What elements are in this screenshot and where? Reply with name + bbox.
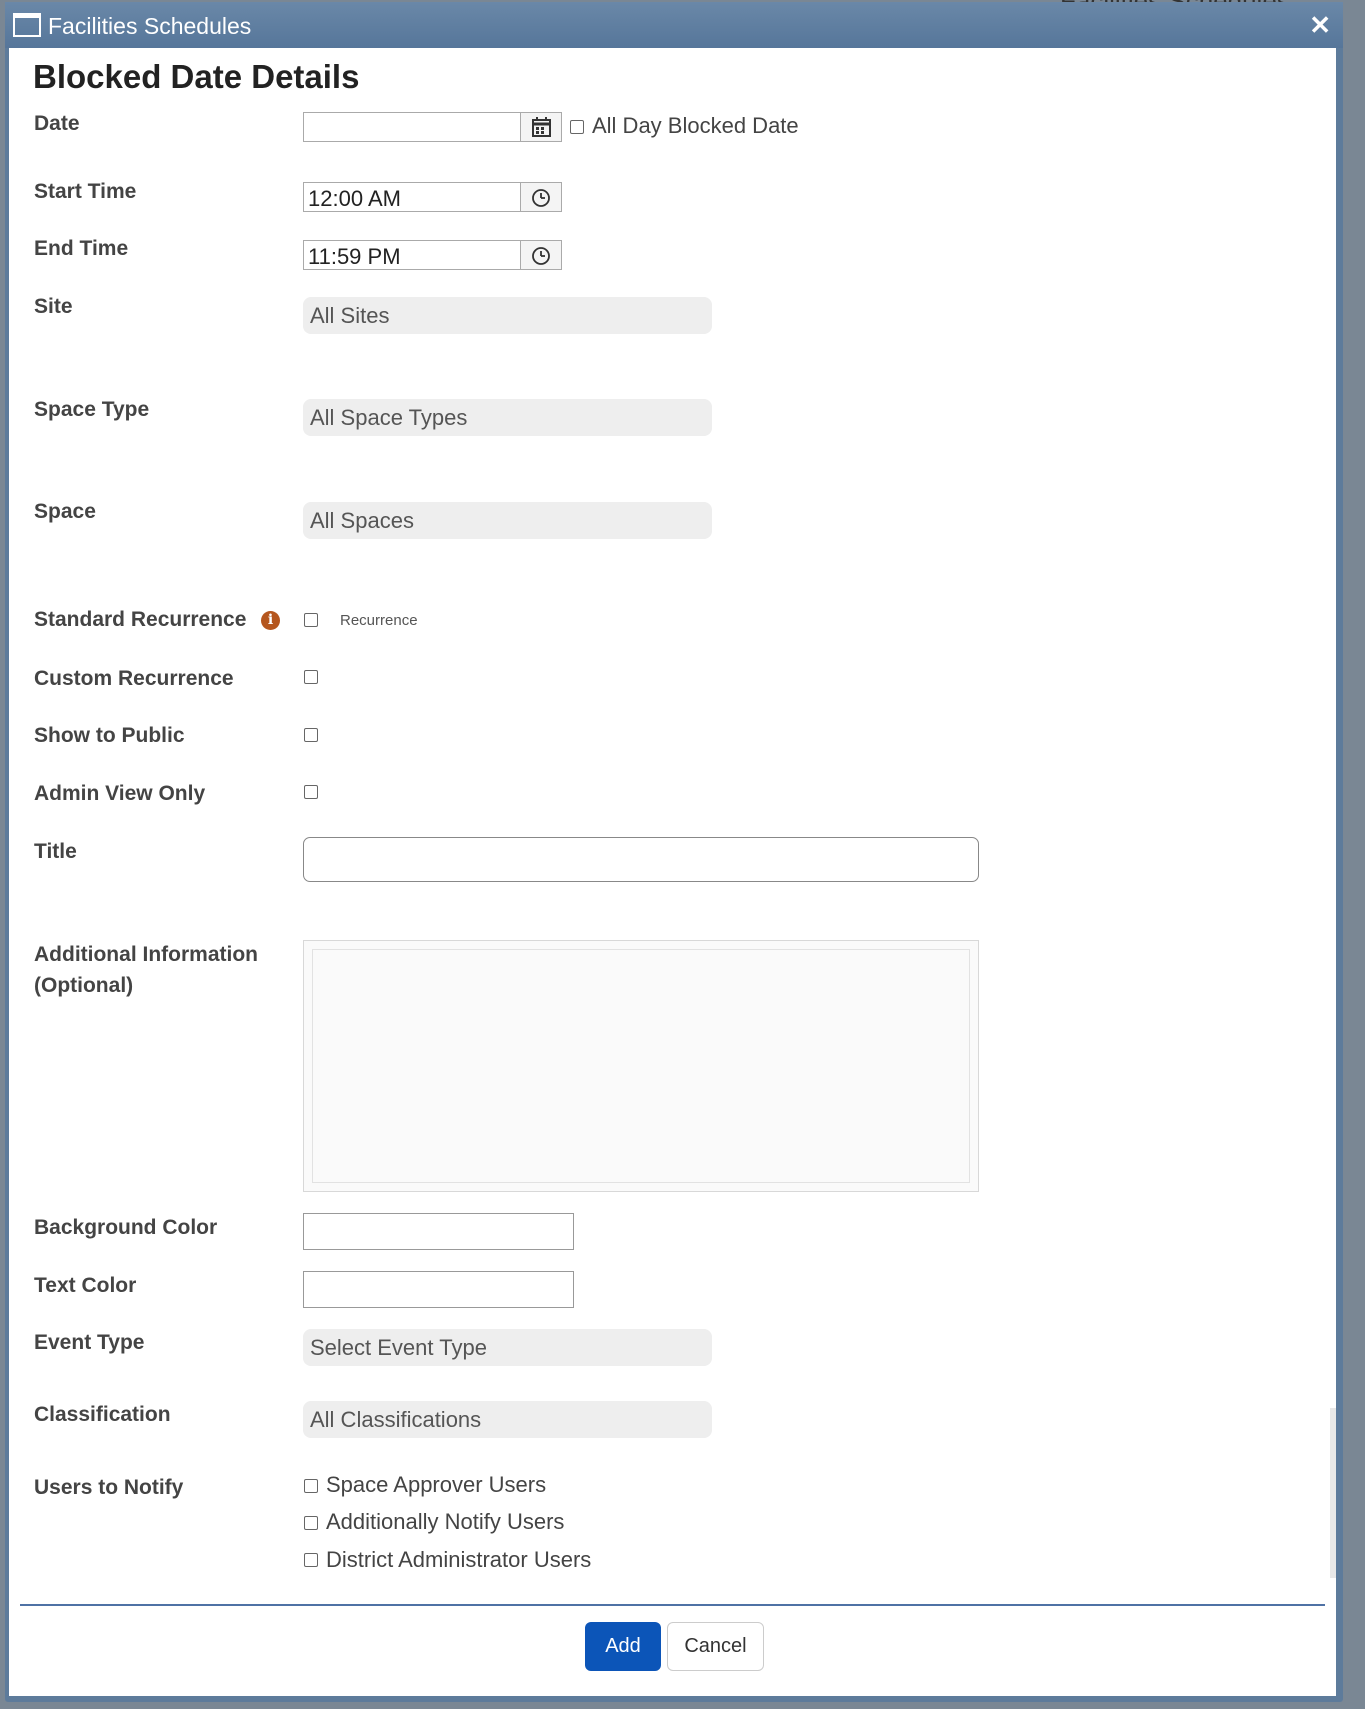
clock-icon [532,247,550,265]
users-to-notify-label: Users to Notify [34,1476,184,1499]
calendar-icon [532,117,551,137]
start-time-label: Start Time [34,180,137,203]
space-select[interactable]: All Spaces [303,502,712,539]
form-heading: Blocked Date Details [33,58,360,95]
close-icon[interactable]: ✕ [1309,10,1331,41]
date-picker-button[interactable] [520,112,562,142]
background-color-input[interactable] [303,1213,574,1250]
site-label: Site [34,295,73,318]
background-color-label: Background Color [34,1216,218,1239]
district-administrator-users-label: District Administrator Users [326,1547,592,1572]
event-type-select[interactable]: Select Event Type [303,1329,712,1366]
standard-recurrence-label: Standard Recurrence [34,608,247,631]
additional-info-textarea-inner[interactable] [312,949,970,1183]
site-select[interactable]: All Sites [303,297,712,334]
additional-info-label-line1: Additional Information [34,943,258,966]
facilities-schedules-dialog: Facilities Schedules ✕ Blocked Date Deta… [5,2,1343,1702]
all-day-label: All Day Blocked Date [592,113,799,138]
info-icon[interactable]: i [261,611,280,630]
space-approver-users-label: Space Approver Users [326,1472,547,1497]
standard-recurrence-checkbox[interactable] [304,613,318,627]
custom-recurrence-checkbox[interactable] [304,670,318,684]
title-label: Title [34,840,77,863]
all-day-checkbox[interactable] [570,120,584,134]
show-to-public-checkbox[interactable] [304,728,318,742]
date-input[interactable] [303,112,521,142]
space-label: Space [34,500,96,523]
dialog-titlebar[interactable]: Facilities Schedules ✕ [5,2,1343,48]
end-time-picker-button[interactable] [520,240,562,270]
classification-select[interactable]: All Classifications [303,1401,712,1438]
additional-info-textarea[interactable] [303,940,979,1192]
end-time-input[interactable]: 11:59 PM [303,240,521,270]
end-time-label: End Time [34,237,129,260]
dialog-content: Blocked Date Details Date All Day Blocke… [9,48,1336,1696]
scrollbar[interactable] [1330,1408,1336,1578]
admin-view-only-checkbox[interactable] [304,785,318,799]
start-time-input[interactable]: 12:00 AM [303,182,521,212]
start-time-picker-button[interactable] [520,182,562,212]
title-input[interactable] [303,837,979,882]
recurrence-checkbox-label: Recurrence [340,612,418,629]
additionally-notify-users-checkbox[interactable] [304,1516,318,1530]
district-administrator-users-checkbox[interactable] [304,1553,318,1567]
window-icon [13,13,41,37]
add-button[interactable]: Add [585,1622,661,1671]
custom-recurrence-label: Custom Recurrence [34,667,234,690]
admin-view-only-label: Admin View Only [34,782,206,805]
event-type-label: Event Type [34,1331,145,1354]
cancel-button[interactable]: Cancel [667,1622,764,1671]
space-type-label: Space Type [34,398,150,421]
clock-icon [532,189,550,207]
text-color-label: Text Color [34,1274,137,1297]
date-label: Date [34,112,80,135]
dialog-title: Facilities Schedules [48,13,252,39]
additionally-notify-users-label: Additionally Notify Users [326,1509,565,1534]
classification-label: Classification [34,1403,171,1426]
space-approver-users-checkbox[interactable] [304,1479,318,1493]
show-to-public-label: Show to Public [34,724,185,747]
space-type-select[interactable]: All Space Types [303,399,712,436]
text-color-input[interactable] [303,1271,574,1308]
footer-divider [20,1604,1325,1606]
additional-info-label-line2: (Optional) [34,974,134,997]
